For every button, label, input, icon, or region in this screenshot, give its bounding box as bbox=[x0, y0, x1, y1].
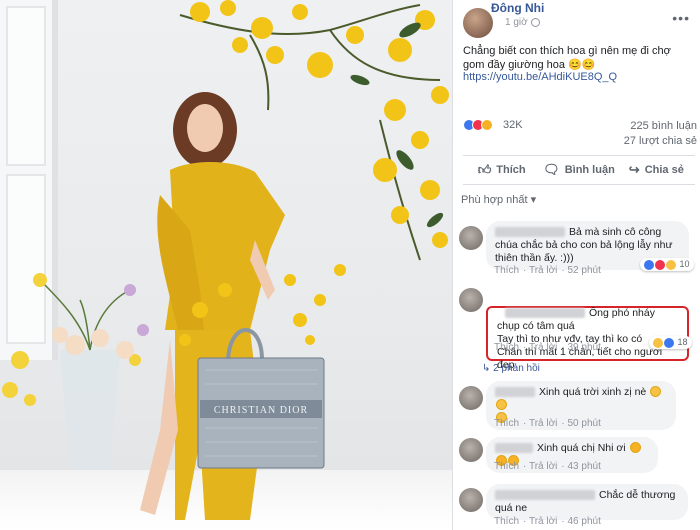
view-replies-link[interactable]: ↳ 2 phản hồi bbox=[482, 363, 540, 374]
comment-reply-link[interactable]: Trả lời bbox=[529, 265, 557, 276]
thumbs-up-icon: 👍︎ bbox=[477, 162, 492, 177]
haha-icon bbox=[653, 337, 663, 348]
comment-time[interactable]: 52 phút bbox=[567, 265, 600, 276]
reactions-row: 32K 225 bình luận 27 lượt chia sẻ bbox=[463, 118, 697, 152]
commenter-name[interactable] bbox=[495, 490, 595, 501]
share-count[interactable]: 27 lượt chia sẻ bbox=[624, 135, 697, 147]
like-icon bbox=[644, 259, 654, 270]
author-name[interactable]: Đông Nhi bbox=[491, 1, 544, 15]
commenter-avatar[interactable] bbox=[459, 438, 483, 462]
commenter-avatar[interactable] bbox=[459, 226, 483, 250]
more-options-icon[interactable]: ••• bbox=[672, 10, 690, 26]
post-link[interactable]: https://youtu.be/AHdiKUE8Q_Q bbox=[463, 71, 617, 83]
action-bar: 👍︎ Thích 🗨︎ Bình luận ↪ Chia sẻ bbox=[463, 155, 695, 185]
post-photo[interactable]: CHRISTIAN DIOR bbox=[0, 0, 452, 530]
comment-icon: 🗨︎ bbox=[543, 162, 560, 177]
love-icon bbox=[655, 259, 665, 270]
comment-button[interactable]: 🗨︎ Bình luận bbox=[540, 156, 617, 184]
like-label: Thích bbox=[496, 164, 526, 176]
comment-time[interactable]: 39 phút bbox=[567, 342, 600, 353]
post-text: Chẳng biết con thích hoa gì nên mẹ đi ch… bbox=[463, 45, 671, 71]
comment-time[interactable]: 46 phút bbox=[567, 516, 600, 527]
comment-like-link[interactable]: Thích bbox=[494, 461, 519, 472]
post-timestamp[interactable]: 1 giờ bbox=[505, 17, 528, 28]
comment-meta: Thích · Trả lời · 52 phút bbox=[494, 265, 601, 276]
commenter-name[interactable] bbox=[495, 387, 535, 398]
commenter-avatar[interactable] bbox=[459, 488, 483, 512]
left-bouquet bbox=[2, 273, 149, 470]
comment-meta: Thích · Trả lời · 50 phút bbox=[494, 418, 601, 429]
globe-icon bbox=[531, 18, 540, 27]
comment-meta: Thích · Trả lời · 39 phút bbox=[494, 342, 601, 353]
reaction-count[interactable]: 32K bbox=[503, 119, 523, 131]
comment-time[interactable]: 43 phút bbox=[567, 461, 600, 472]
comment-like-link[interactable]: Thích bbox=[494, 265, 519, 276]
share-button[interactable]: ↪ Chia sẻ bbox=[618, 156, 695, 184]
replies-count: 2 phản hồi bbox=[493, 363, 540, 374]
smiling-emoji-icon bbox=[650, 386, 662, 397]
comment-like-link[interactable]: Thích bbox=[494, 342, 519, 353]
wow-reaction-icon[interactable] bbox=[481, 119, 493, 131]
comment-sort-dropdown[interactable]: Phù hợp nhất ▾ bbox=[461, 193, 536, 206]
like-button[interactable]: 👍︎ Thích bbox=[463, 156, 540, 184]
comment-text: Xinh quá trời xinh zị nè bbox=[539, 386, 647, 398]
comment-time[interactable]: 50 phút bbox=[567, 418, 600, 429]
comment-reply-link[interactable]: Trả lời bbox=[529, 418, 557, 429]
comment-like-link[interactable]: Thích bbox=[494, 516, 519, 527]
share-label: Chia sẻ bbox=[644, 164, 684, 176]
comment-reply-link[interactable]: Trả lời bbox=[529, 342, 557, 353]
haha-icon bbox=[666, 259, 676, 270]
comment-bubble: Chắc dễ thương quá ne bbox=[486, 484, 688, 520]
commenter-avatar[interactable] bbox=[459, 386, 483, 410]
commenter-name[interactable] bbox=[505, 308, 585, 319]
comment-reactions-badge[interactable]: 18 bbox=[649, 336, 692, 349]
commenter-name[interactable] bbox=[495, 443, 533, 454]
comment-reply-link[interactable]: Trả lời bbox=[529, 461, 557, 472]
commenter-avatar[interactable] bbox=[459, 288, 483, 312]
comment-meta: Thích · Trả lời · 46 phút bbox=[494, 516, 601, 527]
comment-text: Xinh quá chị Nhi ơi bbox=[537, 442, 626, 454]
post-header bbox=[463, 8, 493, 38]
comment-count[interactable]: 225 bình luận bbox=[630, 120, 697, 132]
comment-reactions-badge[interactable]: 10 bbox=[640, 258, 694, 271]
heart-eyes-emoji-icon bbox=[629, 442, 641, 453]
comment-reply-link[interactable]: Trả lời bbox=[529, 516, 557, 527]
comment-reaction-count: 10 bbox=[679, 259, 690, 269]
smiling-emoji-icon bbox=[496, 399, 507, 410]
commenter-name[interactable] bbox=[495, 227, 565, 238]
author-avatar[interactable] bbox=[463, 8, 493, 38]
comment-reaction-count: 18 bbox=[677, 337, 688, 347]
share-icon: ↪ bbox=[628, 162, 640, 177]
comment-label: Bình luận bbox=[564, 164, 615, 176]
comment-like-link[interactable]: Thích bbox=[494, 418, 519, 429]
comment-meta: Thích · Trả lời · 43 phút bbox=[494, 461, 601, 472]
bag-logo-text: CHRISTIAN DIOR bbox=[214, 405, 308, 416]
like-icon bbox=[664, 337, 674, 348]
photo-scene: CHRISTIAN DIOR bbox=[2, 0, 449, 520]
